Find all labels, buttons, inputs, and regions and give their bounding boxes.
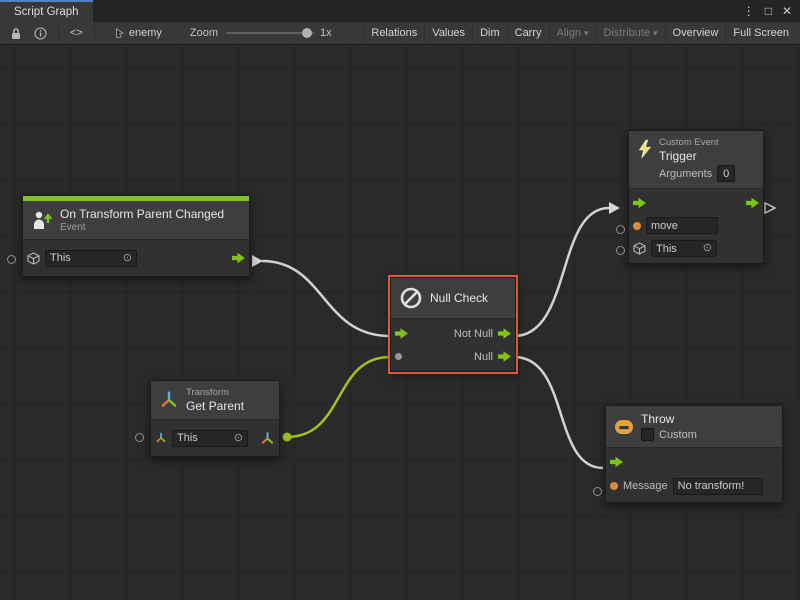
- value-input-port[interactable]: [395, 353, 402, 360]
- node-null-check[interactable]: Null Check Not Null Null: [390, 277, 516, 372]
- this-dropdown[interactable]: This ⊙: [651, 240, 717, 257]
- node-title: Throw: [641, 412, 697, 426]
- node-get-parent[interactable]: Transform Get Parent This ⊙: [150, 380, 280, 457]
- custom-checkbox[interactable]: [641, 428, 654, 441]
- node-subtitle: Event: [60, 222, 224, 233]
- breadcrumb[interactable]: enemy: [114, 27, 162, 39]
- script-graph-window: Script Graph ⋮ □ ✕ <> enemy Zoom 1x: [0, 0, 800, 600]
- graph-name: enemy: [129, 27, 162, 39]
- flow-input-port[interactable]: [610, 456, 623, 468]
- zoom-slider[interactable]: [226, 26, 314, 40]
- lock-icon[interactable]: [4, 22, 28, 44]
- lightning-icon: [637, 139, 652, 159]
- distribute-button[interactable]: Distribute▾: [596, 22, 665, 44]
- tab-title: Script Graph: [14, 6, 79, 18]
- null-check-icon: [399, 286, 423, 310]
- port-label: Not Null: [454, 328, 493, 340]
- values-button[interactable]: Values: [424, 22, 472, 44]
- not-null-output-port[interactable]: [498, 328, 511, 340]
- arguments-field[interactable]: 0: [717, 165, 735, 182]
- this-dropdown[interactable]: This ⊙: [172, 430, 248, 447]
- window-controls: ⋮ □ ✕: [743, 0, 800, 22]
- transform-icon: [159, 390, 179, 410]
- value-port-circle[interactable]: [616, 225, 625, 234]
- divider: [58, 26, 59, 40]
- cube-icon: [633, 242, 646, 255]
- flow-output-port[interactable]: [232, 252, 245, 264]
- custom-label: Custom: [659, 429, 697, 441]
- flow-input-port[interactable]: [395, 328, 408, 340]
- message-value: No transform!: [678, 480, 745, 492]
- tab-bar: Script Graph ⋮ □ ✕: [0, 0, 800, 23]
- button-label: Overview: [673, 27, 719, 39]
- cube-icon: [27, 252, 40, 265]
- maximize-icon[interactable]: □: [765, 4, 772, 18]
- value-port-circle[interactable]: [7, 255, 16, 264]
- info-icon[interactable]: [28, 22, 53, 44]
- dim-button[interactable]: Dim: [472, 22, 507, 44]
- node-title: On Transform Parent Changed: [60, 207, 224, 221]
- node-on-transform-parent-changed[interactable]: On Transform Parent Changed Event This ⊙: [22, 195, 250, 277]
- button-label: Carry: [515, 27, 542, 39]
- this-value: This: [177, 432, 198, 444]
- relations-button[interactable]: Relations: [363, 22, 424, 44]
- port-label: Null: [474, 351, 493, 363]
- button-label: Dim: [480, 27, 500, 39]
- tab-script-graph[interactable]: Script Graph: [0, 0, 93, 22]
- transform-output-port[interactable]: [260, 431, 275, 446]
- object-picker-icon[interactable]: ⊙: [703, 243, 712, 254]
- node-custom-event-trigger[interactable]: Custom Event Trigger Arguments 0 move: [628, 130, 764, 264]
- fullscreen-button[interactable]: Full Screen: [725, 22, 796, 44]
- node-category: Custom Event: [659, 137, 735, 148]
- button-label: Distribute: [604, 27, 650, 39]
- node-throw[interactable]: Throw Custom Message No transform!: [605, 405, 783, 503]
- menu-icon[interactable]: ⋮: [743, 4, 755, 18]
- node-title: Trigger: [659, 149, 735, 163]
- button-label: Align: [557, 27, 581, 39]
- button-label: Full Screen: [733, 27, 789, 39]
- zoom-slider-handle[interactable]: [302, 28, 312, 38]
- zoom-value: 1x: [320, 27, 332, 39]
- null-output-port[interactable]: [498, 351, 511, 363]
- event-name-field[interactable]: move: [646, 217, 718, 234]
- object-picker-icon[interactable]: ⊙: [234, 433, 243, 444]
- this-value: This: [50, 252, 71, 264]
- message-field[interactable]: No transform!: [673, 478, 763, 495]
- chevron-down-icon: ▾: [584, 28, 589, 39]
- arguments-value: 0: [723, 168, 729, 180]
- flow-input-port[interactable]: [633, 197, 646, 209]
- transform-event-icon: [31, 210, 53, 230]
- code-icon[interactable]: <>: [64, 22, 89, 44]
- node-title: Get Parent: [186, 399, 244, 413]
- message-label: Message: [623, 480, 668, 492]
- chevron-down-icon: ▾: [653, 28, 658, 39]
- value-port-circle[interactable]: [135, 433, 144, 442]
- this-value: This: [656, 243, 677, 255]
- divider: [94, 26, 95, 40]
- event-name-value: move: [651, 220, 678, 232]
- graph-toolbar: <> enemy Zoom 1x Relations Values Dim Ca…: [0, 22, 800, 45]
- object-picker-icon[interactable]: ⊙: [123, 253, 132, 264]
- align-button[interactable]: Align▾: [549, 22, 596, 44]
- string-input-port[interactable]: [633, 222, 641, 230]
- node-title: Null Check: [430, 291, 488, 305]
- this-dropdown[interactable]: This ⊙: [45, 250, 137, 267]
- carry-button[interactable]: Carry: [507, 22, 549, 44]
- value-port-circle[interactable]: [616, 246, 625, 255]
- button-label: Values: [432, 27, 465, 39]
- zoom-slider-track: [226, 32, 314, 34]
- flow-output-port[interactable]: [746, 197, 759, 209]
- arguments-label: Arguments: [659, 168, 712, 180]
- value-port-circle[interactable]: [593, 487, 602, 496]
- node-category: Transform: [186, 387, 244, 398]
- throw-icon: [614, 418, 634, 436]
- graph-pointer-icon: [114, 27, 125, 39]
- button-label: Relations: [371, 27, 417, 39]
- overview-button[interactable]: Overview: [665, 22, 726, 44]
- transform-mini-icon: [155, 432, 167, 444]
- close-icon[interactable]: ✕: [782, 4, 792, 18]
- string-input-port[interactable]: [610, 482, 618, 490]
- zoom-label: Zoom: [190, 27, 218, 39]
